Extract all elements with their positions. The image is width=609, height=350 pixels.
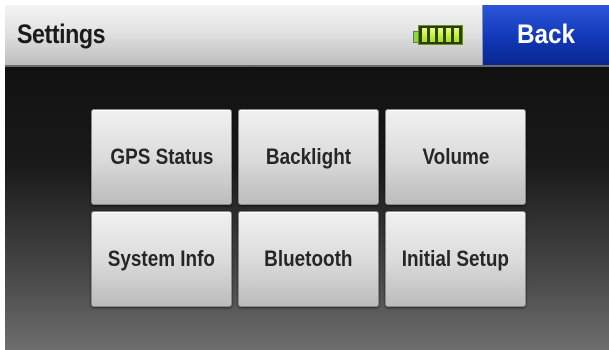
settings-menu-area: GPS Status Backlight Volume System Info … xyxy=(5,67,609,350)
initial-setup-button[interactable]: Initial Setup xyxy=(385,211,526,307)
battery-cell xyxy=(430,28,436,42)
battery-icon xyxy=(413,25,465,47)
battery-level xyxy=(418,25,463,45)
battery-cell xyxy=(422,28,428,42)
system-info-button[interactable]: System Info xyxy=(91,211,232,307)
volume-button[interactable]: Volume xyxy=(385,109,526,205)
system-info-label: System Info xyxy=(107,246,216,271)
battery-cell xyxy=(445,28,451,42)
bluetooth-label: Bluetooth xyxy=(264,246,353,271)
backlight-button[interactable]: Backlight xyxy=(238,109,379,205)
gps-status-button[interactable]: GPS Status xyxy=(91,109,232,205)
header-bar: Settings Back xyxy=(5,5,609,67)
battery-cell xyxy=(453,28,459,42)
back-button-label: Back xyxy=(516,19,576,49)
gps-status-label: GPS Status xyxy=(109,144,214,169)
backlight-label: Backlight xyxy=(265,144,352,169)
initial-setup-label: Initial Setup xyxy=(401,246,510,271)
bluetooth-button[interactable]: Bluetooth xyxy=(238,211,379,307)
battery-cell xyxy=(437,28,443,42)
back-button[interactable]: Back xyxy=(482,5,609,65)
settings-screen: Settings Back GPS Status Backlight Volum… xyxy=(5,5,609,350)
volume-label: Volume xyxy=(422,144,489,169)
page-title: Settings xyxy=(17,19,106,49)
